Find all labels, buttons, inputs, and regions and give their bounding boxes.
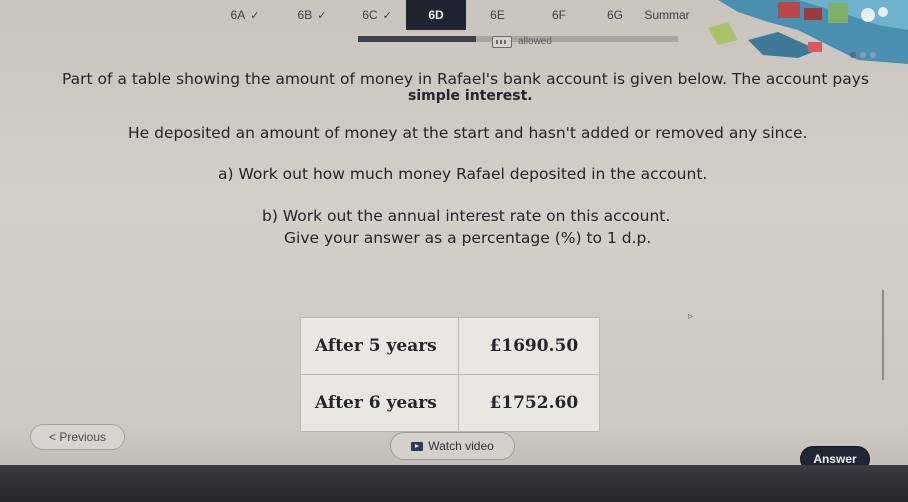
table-row: After 6 years £1752.60 (299, 374, 600, 432)
video-icon (411, 441, 424, 451)
question-tabs: 6A ✓ 6B ✓ 6C ✓ 6D 6E 6F 6G Summar (215, 0, 715, 30)
calculator-allowed-label: allowed (518, 36, 552, 47)
table-row: After 5 years £1690.50 (299, 317, 600, 375)
row-label: After 5 years (299, 317, 460, 375)
check-icon: ✓ (317, 9, 327, 22)
tab-6a[interactable]: 6A ✓ (215, 0, 275, 30)
tab-6b[interactable]: 6B ✓ (278, 0, 346, 30)
calculator-icon (492, 36, 512, 48)
check-icon: ✓ (250, 9, 260, 22)
row-amount: £1690.50 (458, 317, 600, 375)
decorative-game-illustration (708, 0, 908, 64)
tab-6d[interactable]: 6D (406, 0, 466, 30)
check-icon: ✓ (382, 9, 392, 22)
row-label: After 6 years (299, 374, 460, 432)
bank-balance-table: After 5 years £1690.50 After 6 years £17… (299, 317, 600, 432)
row-amount: £1752.60 (458, 374, 600, 432)
footer-bar (0, 465, 908, 502)
question-intro: Part of a table showing the amount of mo… (62, 70, 869, 88)
watch-video-label: Watch video (428, 439, 494, 453)
tab-6g[interactable]: 6G (589, 0, 641, 30)
question-part-b-hint: Give your answer as a percentage (%) to … (284, 229, 652, 247)
question-part-b: b) Work out the annual interest rate on … (262, 207, 671, 225)
question-intro-bold: simple interest. (408, 88, 533, 104)
question-part-a: a) Work out how much money Rafael deposi… (218, 165, 708, 183)
cursor-icon: ▹ (688, 311, 694, 322)
tab-6f[interactable]: 6F (529, 0, 589, 30)
page-edge-divider (882, 290, 884, 380)
watch-video-button[interactable]: Watch video (390, 432, 515, 460)
tab-6c[interactable]: 6C ✓ (348, 0, 406, 30)
tab-6e[interactable]: 6E (466, 0, 529, 30)
previous-button[interactable]: < Previous (30, 424, 125, 450)
progress-fill (358, 36, 477, 42)
question-context: He deposited an amount of money at the s… (128, 124, 808, 142)
